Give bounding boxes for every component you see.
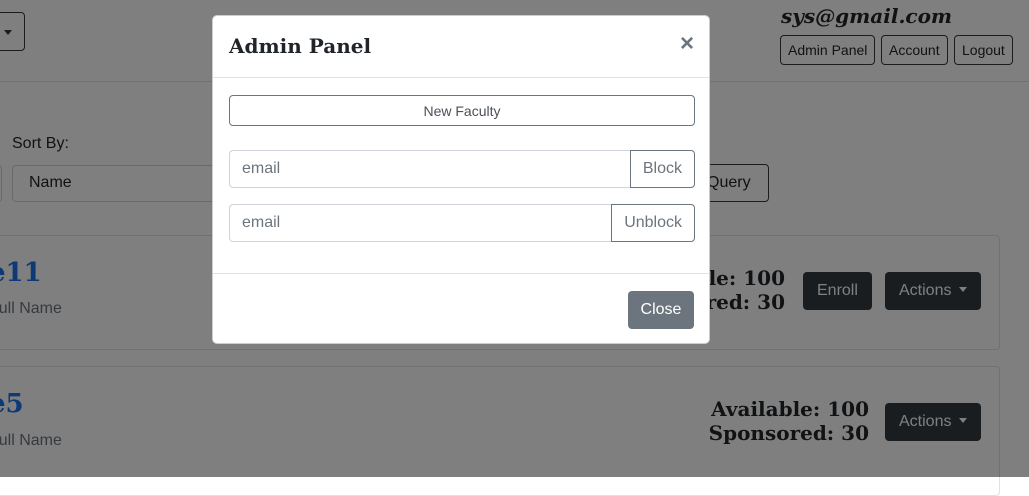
unblock-user-group: Unblock <box>229 204 695 242</box>
block-user-group: Block <box>229 150 695 188</box>
new-faculty-button[interactable]: New Faculty <box>229 95 695 126</box>
close-button[interactable]: Close <box>628 291 694 329</box>
block-email-input[interactable] <box>229 150 630 188</box>
block-button[interactable]: Block <box>629 150 695 188</box>
unblock-button[interactable]: Unblock <box>611 204 695 242</box>
modal-title: Admin Panel <box>229 34 372 58</box>
close-icon[interactable]: × <box>680 30 694 58</box>
modal-footer: Close <box>213 273 709 345</box>
admin-panel-modal: Admin Panel × New Faculty Block Unblock … <box>212 15 710 344</box>
modal-header: Admin Panel × <box>213 16 709 78</box>
unblock-email-input[interactable] <box>229 204 612 242</box>
